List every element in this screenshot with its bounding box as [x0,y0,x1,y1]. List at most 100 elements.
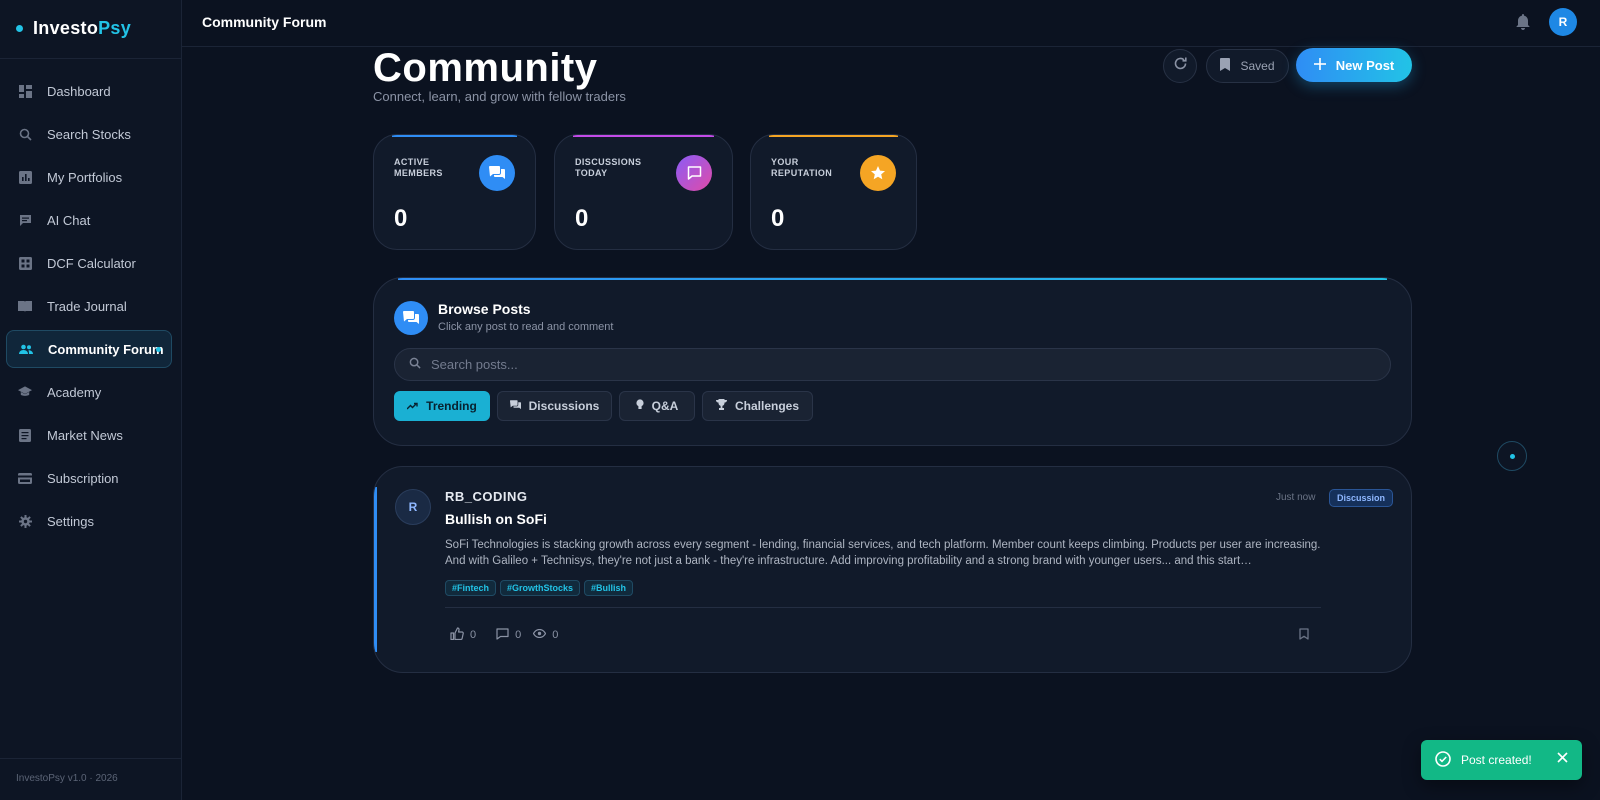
search-input[interactable] [431,357,1331,372]
check-circle-icon [1435,750,1451,770]
sidebar-item-dcf-calculator[interactable]: DCF Calculator [6,244,172,282]
logo-dot [16,24,23,32]
filter-label: Discussions [528,399,600,413]
filter-label: Challenges [734,399,800,413]
page-subtitle: Connect, learn, and grow with fellow tra… [373,89,626,104]
app-logo[interactable]: InvestoPsy [16,17,131,39]
stat-value: 0 [771,205,785,232]
filter-tabs: Trending Discussions Q&A Challenges [394,391,813,421]
gear-icon [18,514,32,528]
post-card[interactable]: R RB_CODING Bullish on SoFi Just now Dis… [373,466,1412,673]
page-title: Community [373,46,598,90]
sidebar: InvestoPsy Dashboard Search Stocks My Po… [0,0,182,800]
sidebar-divider [0,58,181,59]
sidebar-item-dashboard[interactable]: Dashboard [6,72,172,110]
stat-card-your-reputation: YOUR REPUTATION 0 [750,134,917,250]
filter-tab-discussions[interactable]: Discussions [497,391,612,421]
stat-card-discussions-today: DISCUSSIONS TODAY 0 [554,134,733,250]
trophy-icon [715,399,727,413]
post-actions: 0 0 0 [450,627,558,643]
calculator-icon [18,256,32,270]
refresh-icon [1173,56,1188,76]
chat-bubbles-icon [509,399,521,413]
new-post-button[interactable]: New Post [1296,48,1412,82]
news-icon [18,428,32,442]
post-body: SoFi Technologies is stacking growth acr… [445,539,1321,567]
saved-label: Saved [1240,59,1275,73]
plus-icon [1313,57,1326,73]
search-icon [18,127,32,141]
sidebar-item-ai-chat[interactable]: AI Chat [6,201,172,239]
filter-tab-challenges[interactable]: Challenges [702,391,813,421]
sidebar-item-label: Dashboard [47,83,111,99]
filter-label: Trending [426,399,477,413]
bell-icon[interactable] [1516,14,1530,35]
lightbulb-icon [636,399,644,413]
post-title[interactable]: Bullish on SoFi [445,511,547,527]
filter-label: Q&A [651,399,679,413]
trending-icon [406,399,418,413]
bookmark-icon[interactable] [1299,627,1309,645]
sidebar-item-market-news[interactable]: Market News [6,416,172,454]
stat-card-active-members: ACTIVE MEMBERS 0 [373,134,536,250]
new-post-label: New Post [1335,57,1395,73]
filter-tab-trending[interactable]: Trending [394,391,490,421]
chat-bubbles-icon [394,301,428,335]
sidebar-item-search-stocks[interactable]: Search Stocks [6,115,172,153]
comment-count: 0 [515,629,522,641]
search-bar[interactable] [394,348,1391,381]
user-avatar[interactable]: R [1549,8,1577,36]
comment-icon [496,627,509,643]
post-author[interactable]: RB_CODING [445,489,528,504]
star-icon [860,155,896,191]
saved-button[interactable]: Saved [1206,49,1289,83]
sidebar-item-label: Settings [47,513,94,529]
sidebar-item-settings[interactable]: Settings [6,502,172,540]
sidebar-item-community-forum[interactable]: Community Forum [6,330,172,368]
tag[interactable]: #Bullish [584,580,634,596]
like-count: 0 [470,629,477,641]
sidebar-item-my-portfolios[interactable]: My Portfolios [6,158,172,196]
comment-button[interactable]: 0 [496,627,521,643]
sidebar-item-label: My Portfolios [47,169,123,185]
bookmark-icon [1220,58,1231,74]
sidebar-item-label: AI Chat [47,212,91,228]
sidebar-item-academy[interactable]: Academy [6,373,172,411]
sidebar-item-label: Market News [47,427,123,443]
browse-posts-panel: Browse Posts Click any post to read and … [373,277,1412,446]
message-icon [676,155,712,191]
chat-icon [18,213,32,227]
bar-chart-icon [18,170,32,184]
post-divider [445,607,1321,608]
close-icon[interactable] [1557,752,1568,766]
tag[interactable]: #Fintech [445,580,497,596]
thumbs-up-icon [450,627,464,643]
stat-label: DISCUSSIONS TODAY [575,157,642,178]
sidebar-item-trade-journal[interactable]: Trade Journal [6,287,172,325]
sidebar-nav: Dashboard Search Stocks My Portfolios AI… [6,72,172,545]
stat-label: YOUR REPUTATION [771,157,833,178]
toast-message: Post created! [1461,753,1532,767]
people-icon [19,342,33,356]
like-button[interactable]: 0 [450,627,476,643]
browse-title: Browse Posts [438,301,531,317]
sidebar-item-label: Community Forum [48,341,164,357]
dashboard-icon [18,84,32,98]
active-indicator-dot [156,346,161,352]
refresh-button[interactable] [1163,49,1197,83]
category-badge: Discussion [1329,489,1394,507]
graduation-cap-icon [18,385,32,399]
post-timestamp: Just now [1276,492,1316,503]
eye-icon [533,628,547,641]
floating-action-button[interactable] [1497,441,1527,471]
views-indicator: 0 [533,627,558,643]
tag[interactable]: #GrowthStocks [500,580,581,596]
avatar[interactable]: R [395,489,431,525]
sidebar-item-label: DCF Calculator [47,255,136,271]
view-count: 0 [552,629,559,641]
post-tags: #Fintech #GrowthStocks #Bullish [445,580,634,596]
filter-tab-qa[interactable]: Q&A [619,391,695,421]
sidebar-item-subscription[interactable]: Subscription [6,459,172,497]
browse-subtitle: Click any post to read and comment [438,321,614,333]
stat-value: 0 [575,205,589,232]
